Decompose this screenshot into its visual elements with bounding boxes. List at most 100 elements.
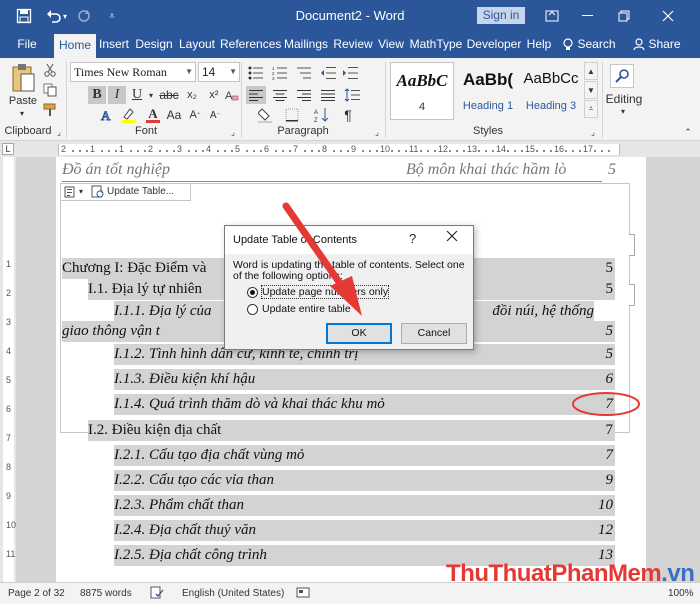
search-icon[interactable] <box>610 64 634 88</box>
tab-design[interactable]: Design <box>135 31 173 58</box>
paragraph-launcher-icon[interactable]: ⌟ <box>372 127 382 137</box>
styles-scroll-up-icon[interactable]: ▲ <box>584 62 598 80</box>
document-area[interactable]: Đồ án tốt nghiệp Bộ môn khai thác hầm lò… <box>16 157 700 582</box>
decrease-indent-icon[interactable] <box>318 64 338 82</box>
zoom-level[interactable]: 100% <box>668 588 694 599</box>
text-effects-icon[interactable]: A <box>98 106 116 124</box>
show-formatting-icon[interactable]: ¶ <box>338 106 358 124</box>
tab-selector-icon[interactable]: L <box>2 143 14 155</box>
justify-icon[interactable] <box>318 86 338 104</box>
ok-button[interactable]: OK <box>326 323 392 344</box>
align-left-icon[interactable] <box>246 86 266 104</box>
paste-icon[interactable] <box>8 60 38 96</box>
macro-record-icon[interactable] <box>296 586 310 602</box>
tab-help[interactable]: Help <box>525 31 553 58</box>
paste-dropdown-icon[interactable]: ▾ <box>14 108 30 118</box>
style-heading-3[interactable]: AaBbCc Heading 3 <box>519 62 583 120</box>
align-center-icon[interactable] <box>270 86 290 104</box>
tab-developer[interactable]: Developer <box>466 31 522 58</box>
strikethrough-icon[interactable]: abc <box>158 86 180 104</box>
font-launcher-icon[interactable]: ⌟ <box>228 127 238 137</box>
toc-control-icon[interactable] <box>64 186 75 201</box>
sort-icon[interactable]: AZ <box>312 106 332 124</box>
align-right-icon[interactable] <box>294 86 314 104</box>
tab-view[interactable]: View <box>376 31 406 58</box>
styles-scroll-down-icon[interactable]: ▼ <box>584 81 598 99</box>
help-button[interactable]: ? <box>409 231 416 246</box>
update-entire-table-label[interactable]: Update entire table <box>262 303 351 315</box>
collapse-ribbon-icon[interactable]: ⌃ <box>682 127 694 137</box>
paste-button[interactable]: Paste <box>6 94 40 108</box>
tab-mailings[interactable]: Mailings <box>283 31 329 58</box>
editing-button[interactable]: Editing <box>603 92 645 106</box>
underline-dropdown-icon[interactable]: ▾ <box>146 88 156 102</box>
tab-layout[interactable]: Layout <box>177 31 217 58</box>
shrink-font-icon[interactable]: A ⁻ <box>206 106 224 124</box>
tab-insert[interactable]: Insert <box>97 31 131 58</box>
clear-formatting-icon[interactable]: A <box>224 86 240 104</box>
word-count[interactable]: 8875 words <box>80 588 132 599</box>
cancel-button[interactable]: Cancel <box>401 323 467 344</box>
customize-toolbar-icon[interactable]: ⩡ <box>102 6 122 26</box>
subscript-icon[interactable]: x₂ <box>182 86 202 104</box>
editing-dropdown-icon[interactable]: ▾ <box>616 106 630 116</box>
language[interactable]: English (United States) <box>182 588 284 599</box>
close-icon[interactable] <box>650 0 686 31</box>
update-page-numbers-label[interactable]: Update page numbers only <box>260 285 390 299</box>
tab-home[interactable]: Home <box>54 34 96 58</box>
sign-in-button[interactable]: Sign in <box>477 7 525 24</box>
minimize-icon[interactable] <box>570 0 606 31</box>
superscript-icon[interactable]: x² <box>204 86 224 104</box>
share-button[interactable]: Share <box>632 31 682 58</box>
update-table-icon[interactable] <box>91 185 104 202</box>
clipboard-launcher-icon[interactable]: ⌟ <box>54 127 64 137</box>
tab-file[interactable]: File <box>10 31 44 58</box>
toc-entry[interactable]: I.2.1. Cấu tạo địa chất vùng mỏ 7 <box>114 445 615 466</box>
font-name-combo[interactable]: Times New Roman ▼ <box>70 62 196 82</box>
borders-icon[interactable] <box>282 106 302 124</box>
document-page[interactable]: Đồ án tốt nghiệp Bộ môn khai thác hầm lò… <box>56 157 646 582</box>
multilevel-list-icon[interactable] <box>294 64 314 82</box>
toc-entry[interactable]: I.2. Điều kiện địa chất 7 <box>88 420 615 441</box>
chevron-down-icon[interactable]: ▾ <box>79 187 83 196</box>
tell-me-search[interactable]: Search <box>561 31 617 58</box>
tab-mathtype[interactable]: MathType <box>409 31 463 58</box>
toc-entry[interactable]: I.1.4. Quá trình thăm dò và khai thác kh… <box>114 394 615 415</box>
toc-entry[interactable]: I.2.3. Phẩm chất than 10 <box>114 495 615 516</box>
dialog-close-icon[interactable] <box>446 229 458 246</box>
update-page-numbers-radio[interactable] <box>247 287 258 298</box>
bullets-icon[interactable] <box>246 64 266 82</box>
page-count[interactable]: Page 2 of 32 <box>8 588 65 599</box>
numbering-icon[interactable]: 123 <box>270 64 290 82</box>
font-color-icon[interactable]: A <box>142 106 164 124</box>
style-heading-1[interactable]: AaBb( Heading 1 <box>456 62 520 120</box>
increase-indent-icon[interactable] <box>340 64 360 82</box>
proofing-icon[interactable] <box>150 586 164 602</box>
save-icon[interactable] <box>14 6 34 26</box>
underline-icon[interactable]: U <box>128 86 146 104</box>
update-entire-table-radio[interactable] <box>247 304 258 315</box>
undo-dropdown-icon[interactable]: ▾ <box>60 6 70 26</box>
line-spacing-icon[interactable] <box>342 86 362 104</box>
copy-icon[interactable] <box>42 82 58 98</box>
toc-entry[interactable]: I.1.3. Điều kiện khí hậu 6 <box>114 369 615 390</box>
style-4[interactable]: AaBbC 4 <box>390 62 454 120</box>
toc-entry[interactable]: I.2.2. Cấu tạo các vỉa than 9 <box>114 470 615 491</box>
font-size-combo[interactable]: 14 ▼ <box>198 62 240 82</box>
tab-review[interactable]: Review <box>333 31 373 58</box>
vertical-ruler[interactable]: 1 2 3 4 5 6 7 8 9 10 11 <box>0 157 16 582</box>
update-table-label[interactable]: Update Table... <box>107 186 174 197</box>
change-case-icon[interactable]: Aa <box>164 106 184 124</box>
toc-entry[interactable]: I.2.4. Địa chất thuỷ văn 12 <box>114 520 615 541</box>
shading-icon[interactable] <box>256 106 276 124</box>
cut-icon[interactable] <box>42 62 58 78</box>
highlight-icon[interactable] <box>118 106 140 124</box>
format-painter-icon[interactable] <box>42 102 58 118</box>
horizontal-ruler[interactable]: L 2 1 1 2 3 4 5 6 7 8 9 10 11 12 13 14 15 16 17 <box>0 141 700 157</box>
tab-references[interactable]: References <box>220 31 281 58</box>
bold-icon[interactable]: B <box>88 86 106 104</box>
dialog-title-bar[interactable]: Update Table of Contents ? <box>225 226 473 254</box>
styles-launcher-icon[interactable]: ⌟ <box>588 127 598 137</box>
restore-icon[interactable] <box>606 0 642 31</box>
ribbon-display-icon[interactable] <box>534 0 570 31</box>
